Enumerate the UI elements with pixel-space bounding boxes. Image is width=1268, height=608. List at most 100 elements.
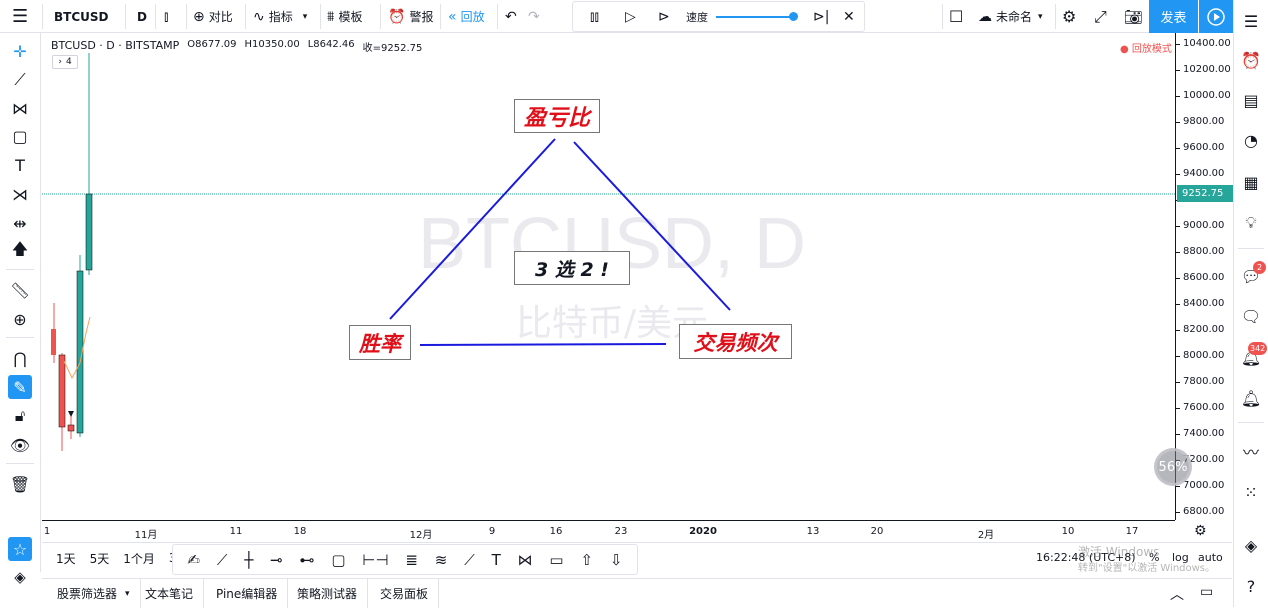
crosshair-icon[interactable]: ✛ [8, 39, 32, 63]
speed-slider-handle[interactable] [789, 12, 798, 21]
settings-gear-icon[interactable]: ⚙ [1062, 0, 1080, 33]
time-label: 16 [549, 526, 563, 537]
trend-line-icon[interactable]: ⟋ [217, 551, 228, 569]
annotation-profit-loss-ratio[interactable]: 盈亏比 [514, 99, 600, 133]
price-label: 9600.00 [1183, 142, 1225, 153]
trash-icon[interactable]: 🗑︎ [8, 472, 32, 496]
annotation-choose-two[interactable]: 3 选 2 ! [514, 251, 630, 285]
ruler-icon[interactable]: 📏︎ [8, 278, 32, 302]
undo-icon[interactable]: ↶ [505, 0, 521, 33]
step-forward-icon[interactable]: ⊳ [658, 2, 674, 31]
callout-icon[interactable]: ▭ [549, 551, 563, 569]
favorites-star-icon[interactable]: ☆ [8, 537, 32, 561]
layout-name-button[interactable]: ☁ 未命名 ▾ [978, 0, 1043, 33]
chart-pane[interactable]: BTCUSD, D 比特币/美元 BTCUSD · D · BITSTAMP O… [42, 33, 1175, 520]
compare-button[interactable]: ⊕ 对比 [193, 0, 233, 33]
parallel-channel-icon[interactable]: ≣ [405, 551, 418, 569]
price-tick [1176, 486, 1180, 487]
ideas-stream-icon[interactable]: 〰 [1239, 439, 1263, 463]
chart-type-icon[interactable]: ⫾ [164, 0, 172, 33]
chevron-down-icon: ▾ [125, 588, 130, 599]
tab-stock-screener[interactable]: 股票筛选器 ▾ [47, 579, 141, 608]
zoom-in-icon[interactable]: ⊕ [8, 307, 32, 331]
pattern-icon[interactable]: ⋊ [8, 182, 32, 206]
horizontal-line-icon[interactable]: ⊷ [300, 551, 315, 569]
indicators-button[interactable]: ∿ 指标 ▾ [253, 0, 307, 33]
speed-slider[interactable] [716, 16, 794, 18]
fib-tools-icon[interactable]: ⋈ [8, 96, 32, 120]
replay-button[interactable]: «回放 [448, 0, 485, 33]
help-icon[interactable]: ? [1239, 574, 1263, 598]
hotlists-icon[interactable]: ◔ [1239, 128, 1263, 152]
calendar-icon[interactable]: ▦ [1239, 170, 1263, 194]
chevron-up-icon[interactable]: ︿ [1170, 584, 1184, 604]
tab-trading-panel[interactable]: 交易面板 [370, 579, 440, 608]
price-label: 8600.00 [1183, 272, 1225, 283]
watchlist-icon[interactable]: ☰ [1239, 9, 1263, 33]
pattern-icon[interactable]: ⋈ [518, 551, 533, 569]
arrow-up-icon[interactable]: 🡅 [8, 239, 32, 263]
menu-icon[interactable]: ☰ [12, 0, 28, 33]
private-chats-icon[interactable]: 🗨︎ [1239, 304, 1263, 328]
alert-button[interactable]: ⏰ 警报 [388, 0, 433, 33]
rectangle-icon[interactable]: ▢ [331, 551, 345, 569]
time-label: 2020 [689, 526, 717, 537]
redo-icon[interactable]: ↷ [528, 0, 544, 33]
snapshot-camera-icon[interactable]: 📷︎ [1124, 0, 1147, 33]
dots-grid-icon[interactable]: ⁙ [1239, 480, 1263, 504]
trend-line-icon[interactable]: ⟋ [8, 68, 32, 92]
publish-button[interactable]: 发表 [1149, 0, 1198, 33]
notifications-badge: 342 [1248, 342, 1268, 355]
indicators-collapse-button[interactable]: › 4 [52, 55, 78, 69]
legend-title[interactable]: BTCUSD · D · BITSTAMP [51, 39, 179, 54]
fullscreen-square-icon[interactable]: ☐ [949, 0, 967, 33]
symbol-search[interactable]: BTCUSD [54, 0, 109, 33]
annotation-win-rate[interactable]: 胜率 [349, 325, 411, 360]
replay-select-bar-icon[interactable]: ⫾⫾ [590, 2, 603, 31]
windows-activation-text: 转到"设置"以激活 Windows。 [1078, 563, 1216, 574]
tab-strategy-tester[interactable]: 策略测试器 [287, 579, 369, 608]
tab-pine-editor[interactable]: Pine编辑器 [206, 579, 289, 608]
time-axis[interactable]: 1 11月 11 18 12月 9 16 23 2020 13 20 2月 10 17 ⚙ [42, 520, 1207, 542]
tab-text-notes[interactable]: 文本笔记 [135, 579, 205, 608]
layers-stack-icon[interactable]: ◈ [1239, 533, 1263, 557]
play-icon[interactable]: ▷ [625, 2, 640, 31]
date-range-icon[interactable]: ⊢⊣ [362, 551, 388, 569]
brush-icon[interactable]: ✍︎ [187, 551, 200, 569]
range-1m[interactable]: 1个月 [123, 550, 155, 567]
arrow-down-icon[interactable]: ⇩ [610, 551, 623, 569]
price-axis[interactable]: 10400.00 10200.00 10000.00 9800.00 9600.00 94… [1154, 33, 1233, 520]
text-icon[interactable]: T [492, 551, 501, 569]
range-5d[interactable]: 5天 [90, 550, 110, 567]
templates-button[interactable]: ⩩ 模板 [327, 0, 363, 33]
maximize-panel-icon[interactable]: ▭ [1200, 584, 1213, 600]
object-tree-layers-icon[interactable]: ◈ [8, 567, 32, 587]
magnet-icon[interactable]: ⋂ [8, 346, 32, 370]
alerts-clock-icon[interactable]: ⏰ [1239, 48, 1263, 72]
play-circle-icon[interactable] [1199, 0, 1233, 33]
axis-settings-gear-icon[interactable]: ⚙ [1194, 523, 1207, 539]
percent-badge[interactable]: 56% [1154, 448, 1192, 486]
chat-badge: 2 [1253, 261, 1266, 274]
jump-to-real-time-icon[interactable]: ⊳| [813, 2, 833, 31]
replay-control-panel: ⫾⫾ ▷ ⊳ 速度 ⊳| ✕ [572, 1, 865, 32]
vertical-line-icon[interactable]: ┼ [244, 551, 253, 569]
rectangle-icon[interactable]: ▢ [8, 124, 32, 148]
text-tool-icon[interactable]: T [8, 153, 32, 177]
lock-icon[interactable]: 🔓︎ [8, 404, 32, 428]
horizontal-ray-icon[interactable]: ⊸ [270, 551, 283, 569]
eye-icon[interactable]: 👁︎ [8, 433, 32, 457]
range-1d[interactable]: 1天 [56, 550, 76, 567]
data-window-icon[interactable]: ▤ [1239, 88, 1263, 112]
close-icon[interactable]: ✕ [843, 2, 859, 31]
fullscreen-icon[interactable]: ⤢ [1094, 0, 1111, 33]
arrow-up-icon[interactable]: ⇧ [580, 551, 593, 569]
ideas-lightbulb-icon[interactable]: 💡︎ [1239, 211, 1263, 235]
stay-in-drawing-mode-icon[interactable]: ✎ [8, 375, 32, 399]
ray-icon[interactable]: ⟋ [464, 551, 475, 569]
annotation-trade-frequency[interactable]: 交易频次 [679, 324, 792, 359]
alarm-bell-icon[interactable]: 🔔︎ [1239, 386, 1263, 410]
prediction-icon[interactable]: ⇹ [8, 211, 32, 235]
interval-button[interactable]: D [137, 0, 147, 33]
fib-channel-icon[interactable]: ≋ [435, 551, 448, 569]
